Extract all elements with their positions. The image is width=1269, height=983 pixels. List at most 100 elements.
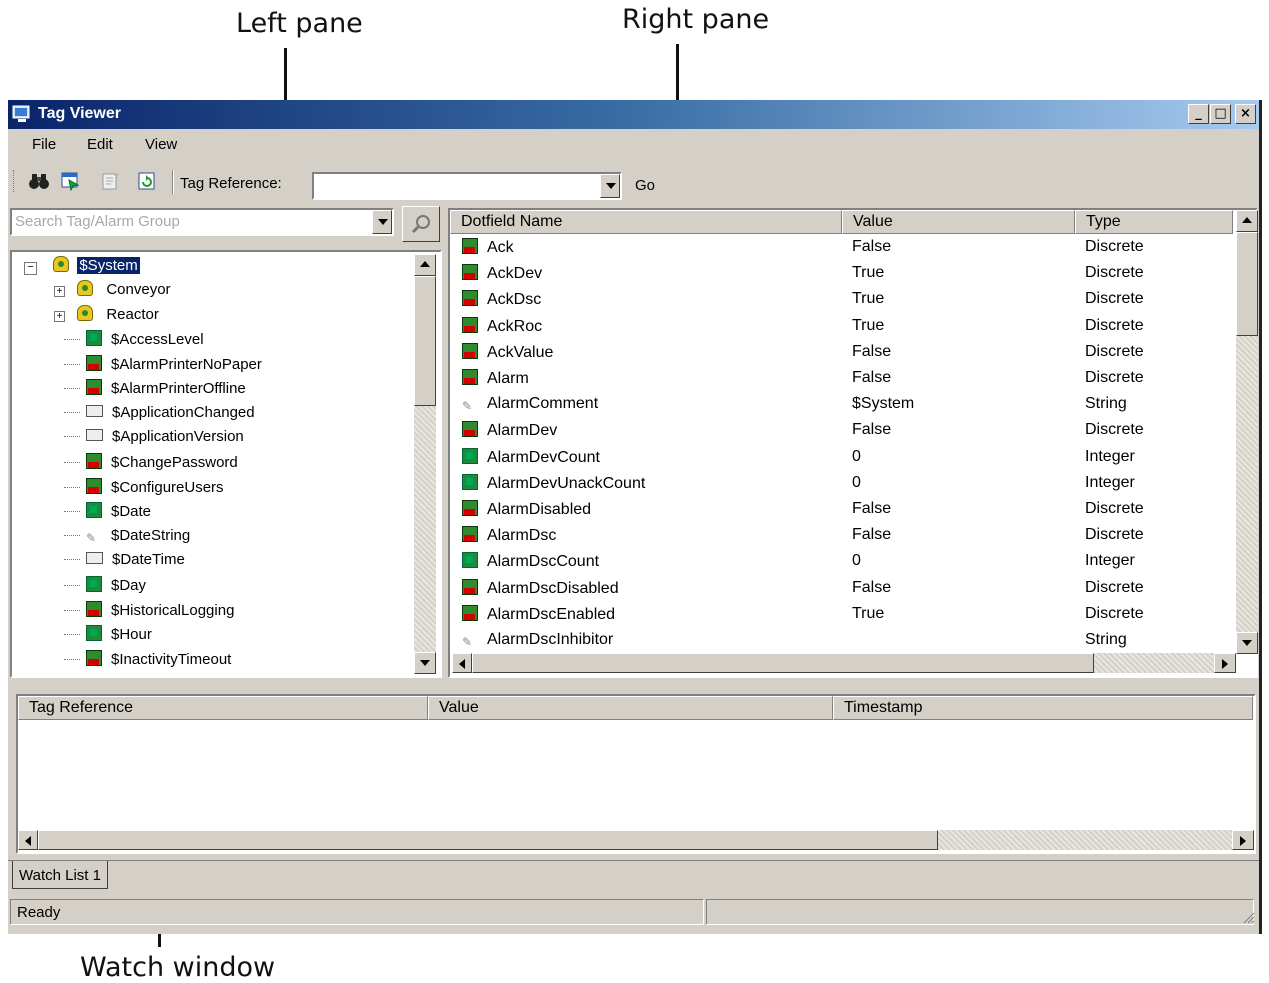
grid-scroll-up[interactable]	[1236, 210, 1258, 232]
go-button[interactable]: Go	[626, 172, 664, 200]
value-cell: False	[852, 342, 892, 360]
grid-scroll-thumb[interactable]	[1236, 232, 1258, 336]
resize-grip-icon[interactable]	[1241, 910, 1255, 924]
dotfield-name: AlarmDscDisabled	[487, 579, 619, 597]
grid-row[interactable]: Alarm False Discrete	[450, 365, 1233, 391]
watch-column-value[interactable]: Value	[428, 696, 833, 720]
tag-viewer-window: Tag Viewer _ □ × File Edit View Tag Refe…	[8, 100, 1262, 934]
grid-scroll-left[interactable]	[452, 653, 472, 673]
grid-row[interactable]: AlarmDscCount 0 Integer	[450, 548, 1233, 574]
tree-scroll-thumb[interactable]	[414, 276, 436, 406]
grid-row[interactable]: AlarmDsc False Discrete	[450, 522, 1233, 548]
tree-group-reactor[interactable]: + Reactor	[54, 305, 159, 329]
grid-horizontal-scrollbar[interactable]	[452, 653, 1236, 673]
grid-row[interactable]: ✎ AlarmComment $System String	[450, 391, 1233, 417]
refresh-icon[interactable]	[136, 171, 158, 191]
status-pane-secondary	[706, 899, 1254, 925]
dotfield-name: AlarmDscEnabled	[487, 605, 616, 623]
tree-item-label: $Date	[111, 503, 152, 521]
toolbar-grip[interactable]	[13, 170, 17, 192]
tree-item[interactable]: $HistoricalLogging	[64, 600, 234, 625]
grid-row[interactable]: Ack False Discrete	[450, 234, 1233, 260]
grid-scroll-down[interactable]	[1236, 632, 1258, 654]
grid-row[interactable]: AlarmDisabled False Discrete	[450, 496, 1233, 522]
dotfield-name-cell: AlarmDscCount	[462, 552, 599, 571]
group-icon	[77, 305, 94, 321]
watch-column-timestamp[interactable]: Timestamp	[833, 696, 1253, 720]
grid-row[interactable]: AckDsc True Discrete	[450, 286, 1233, 312]
grid-row[interactable]: AckValue False Discrete	[450, 339, 1233, 365]
grid-row[interactable]: AckDev True Discrete	[450, 260, 1233, 286]
discrete-tag-icon	[86, 477, 102, 494]
tree-item[interactable]: ✎ $DateString	[64, 527, 190, 551]
close-button[interactable]: ×	[1235, 104, 1256, 124]
tag-reference-dropdown-button[interactable]	[600, 174, 620, 198]
search-button[interactable]	[402, 206, 440, 242]
grid-row[interactable]: AlarmDev False Discrete	[450, 417, 1233, 443]
grid-row[interactable]: ✎ AlarmDscInhibitor String	[450, 627, 1233, 653]
status-bar: Ready	[8, 896, 1259, 928]
expand-icon[interactable]: +	[54, 311, 65, 322]
type-cell: Discrete	[1085, 369, 1144, 386]
search-input[interactable]: Search Tag/Alarm Group	[15, 213, 180, 230]
tree-item-label: $DateTime	[112, 551, 185, 569]
grid-row[interactable]: AlarmDevUnackCount 0 Integer	[450, 470, 1233, 496]
tree-scroll-up[interactable]	[414, 254, 436, 276]
tree-item[interactable]: $ApplicationChanged	[64, 404, 255, 428]
search-dropdown-button[interactable]	[372, 210, 392, 234]
type-cell: Discrete	[1085, 604, 1144, 622]
grid-row[interactable]: AlarmDevCount 0 Integer	[450, 444, 1233, 470]
menu-file[interactable]: File	[32, 136, 56, 153]
tree-connector	[64, 462, 80, 463]
expand-icon[interactable]: +	[54, 286, 65, 297]
menu-view[interactable]: View	[145, 136, 177, 153]
discrete-tag-icon	[462, 342, 478, 359]
watch-column-tag-reference[interactable]: Tag Reference	[18, 696, 428, 720]
column-type[interactable]: Type	[1075, 210, 1233, 234]
tree-scroll-down[interactable]	[414, 652, 436, 674]
watch-scroll-left[interactable]	[18, 830, 38, 850]
tree-item[interactable]: $AlarmPrinterOffline	[64, 379, 246, 403]
tree-item[interactable]: $Day	[64, 576, 146, 600]
search-combo[interactable]: Search Tag/Alarm Group	[10, 208, 394, 236]
grid-scroll-right[interactable]	[1214, 653, 1236, 673]
tree-scrollbar[interactable]	[414, 254, 436, 674]
watch-scroll-right[interactable]	[1232, 830, 1254, 850]
watch-horizontal-scrollbar[interactable]	[18, 830, 1254, 850]
column-value[interactable]: Value	[842, 210, 1075, 234]
column-dotfield-name[interactable]: Dotfield Name	[450, 210, 842, 234]
binoculars-icon[interactable]	[28, 171, 50, 191]
status-text: Ready	[17, 904, 61, 921]
collapse-icon[interactable]: −	[24, 262, 37, 275]
tree-root[interactable]: − $System	[24, 256, 140, 280]
grid-row[interactable]: AckRoc True Discrete	[450, 313, 1233, 339]
tree-group-conveyor[interactable]: + Conveyor	[54, 280, 171, 304]
properties-icon[interactable]	[100, 171, 122, 191]
discrete-tag-icon	[86, 649, 102, 666]
tag-reference-combo[interactable]	[312, 172, 622, 200]
watch-list-tab[interactable]: Watch List 1	[12, 861, 108, 889]
grid-vertical-scrollbar[interactable]	[1236, 210, 1258, 654]
tree-item[interactable]: $ConfigureUsers	[64, 477, 224, 502]
tag-browser-icon[interactable]	[60, 171, 82, 191]
maximize-button[interactable]: □	[1210, 104, 1231, 124]
tree-item[interactable]: $AccessLevel	[64, 330, 204, 354]
grid-row[interactable]: AlarmDscEnabled True Discrete	[450, 601, 1233, 627]
tree-item[interactable]: $ApplicationVersion	[64, 428, 244, 452]
menu-edit[interactable]: Edit	[87, 136, 113, 153]
tree-item[interactable]: $AlarmPrinterNoPaper	[64, 354, 262, 379]
dotfield-name-cell: Ack	[462, 238, 514, 257]
tree-item[interactable]: $ChangePassword	[64, 453, 238, 477]
grid-row[interactable]: AlarmDscDisabled False Discrete	[450, 575, 1233, 601]
tree-item[interactable]: $Date	[64, 502, 151, 526]
tree-item[interactable]: $InactivityTimeout	[64, 649, 231, 674]
integer-tag-icon	[462, 552, 478, 569]
column-label: Tag Reference	[29, 699, 134, 716]
discrete-tag-icon	[462, 369, 478, 385]
tree-item[interactable]: $DateTime	[64, 551, 185, 575]
watch-hscroll-thumb[interactable]	[38, 830, 938, 850]
column-label: Timestamp	[844, 699, 923, 716]
grid-hscroll-thumb[interactable]	[472, 653, 1094, 673]
minimize-button[interactable]: _	[1188, 104, 1209, 124]
tree-item[interactable]: $Hour	[64, 625, 152, 649]
